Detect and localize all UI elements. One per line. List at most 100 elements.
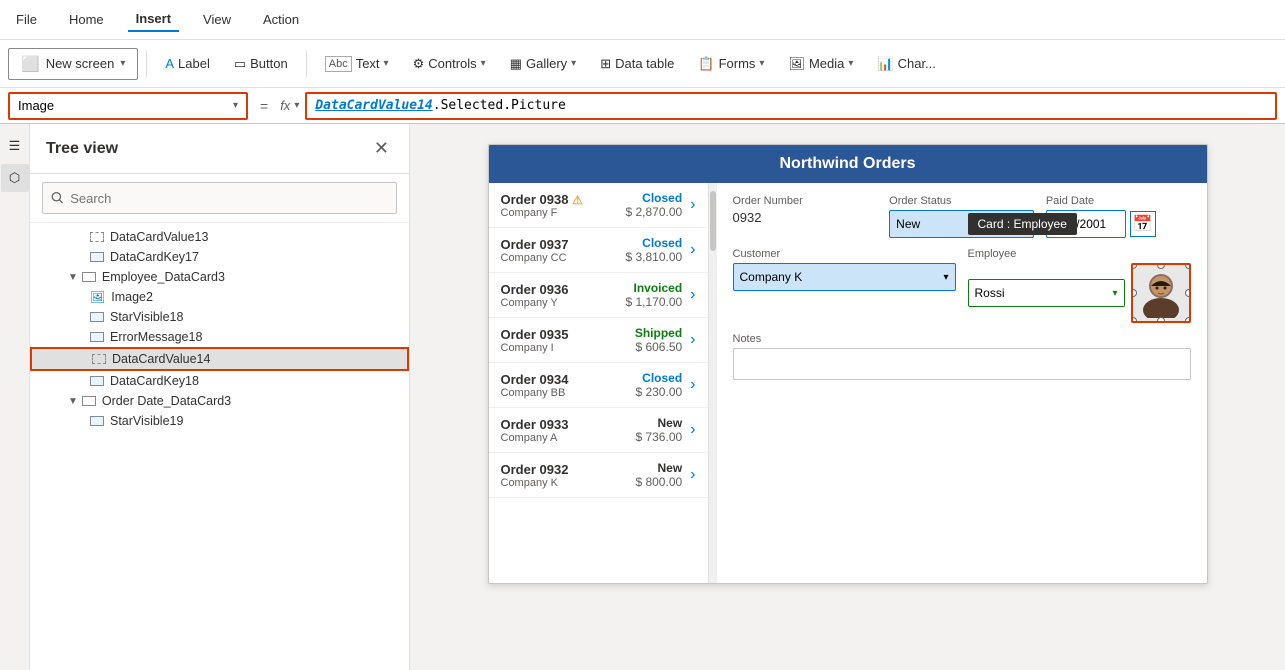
order-item-0937[interactable]: Order 0937 Company CC Closed $ 3,810.00 … — [489, 228, 708, 273]
order-0934-chevron: › — [690, 376, 695, 394]
text-button[interactable]: Abc Text ▾ — [315, 52, 399, 76]
menu-insert[interactable]: Insert — [128, 7, 179, 32]
image2-label: Image2 — [111, 290, 153, 304]
formula-input[interactable]: DataCardValue14.Selected.Picture — [305, 92, 1277, 120]
order-number-label: Order Number — [733, 195, 878, 207]
orders-scroll[interactable] — [709, 183, 717, 583]
charts-button[interactable]: 📊 Char... — [867, 52, 945, 76]
tree-item-employee-datacard3[interactable]: ▼ Employee_DataCard3 — [30, 267, 409, 287]
calendar-icon[interactable]: 📅 — [1130, 211, 1156, 237]
tree-title: Tree view — [46, 140, 118, 158]
formula-equals-sign: = — [254, 98, 274, 114]
customer-select[interactable]: Company K ▾ — [733, 263, 956, 291]
order-item-0934[interactable]: Order 0934 Company BB Closed $ 230.00 › — [489, 363, 708, 408]
media-icon: 🖼 — [788, 56, 805, 72]
formula-fx-area: fx ▾ — [280, 98, 299, 113]
search-input[interactable] — [70, 191, 388, 206]
toolbar-separator-2 — [306, 50, 307, 78]
order-0935-right: Shipped $ 606.50 — [635, 326, 682, 354]
errormessage18-label: ErrorMessage18 — [110, 330, 202, 344]
gallery-button[interactable]: ▦ Gallery ▾ — [500, 52, 587, 76]
button-button[interactable]: ▭ Button — [224, 52, 298, 76]
image2-icon: 🖼 — [90, 290, 105, 304]
order-item-0938[interactable]: Order 0938 ⚠ Company F Closed $ 2,870.00… — [489, 183, 708, 228]
order-0937-status: Closed — [625, 236, 682, 250]
order-0936-left: Order 0936 Company Y — [501, 282, 618, 309]
tree-item-datacardvalue13[interactable]: DataCardValue13 — [30, 227, 409, 247]
search-icon — [51, 191, 64, 205]
new-screen-button[interactable]: ⬜ New screen ▾ — [8, 48, 138, 80]
menu-view[interactable]: View — [195, 8, 239, 31]
tree-item-datacardkey18[interactable]: DataCardKey18 — [30, 371, 409, 391]
formula-name-box[interactable]: Image ▾ — [8, 92, 248, 120]
selection-handle-bm[interactable] — [1157, 317, 1165, 323]
forms-chevron: ▾ — [759, 58, 764, 69]
app-body: Order 0938 ⚠ Company F Closed $ 2,870.00… — [489, 183, 1207, 583]
controls-button[interactable]: ⚙ Controls ▾ — [403, 52, 496, 76]
orderdate-datacard3-icon — [82, 396, 96, 406]
data-table-button[interactable]: ⊞ Data table — [590, 52, 684, 76]
canvas: Northwind Orders Order 0938 ⚠ Company F — [410, 124, 1285, 670]
order-item-0932[interactable]: Order 0932 Company K New $ 800.00 › — [489, 453, 708, 498]
data-table-label: Data table — [615, 56, 674, 71]
order-item-0936[interactable]: Order 0936 Company Y Invoiced $ 1,170.00… — [489, 273, 708, 318]
menu-action[interactable]: Action — [255, 8, 307, 31]
tree-item-datacardvalue14[interactable]: DataCardValue14 — [30, 347, 409, 371]
tree-item-orderdate-datacard3[interactable]: ▼ Order Date_DataCard3 — [30, 391, 409, 411]
formula-keyword: DataCardValue14 — [315, 98, 432, 113]
forms-button[interactable]: 📋 Forms ▾ — [688, 52, 774, 76]
gallery-label: Gallery — [526, 56, 567, 71]
order-detail: Order Number 0932 Order Status New ▾ Pai… — [717, 183, 1207, 583]
order-number-value: 0932 — [733, 210, 878, 225]
menu-home[interactable]: Home — [61, 8, 112, 31]
datacardkey17-icon — [90, 252, 104, 262]
sidebar-hamburger[interactable]: ☰ — [1, 132, 29, 160]
order-status-selected: New — [896, 217, 920, 231]
orders-scroll-thumb[interactable] — [710, 191, 716, 251]
employee-datacard3-label: Employee_DataCard3 — [102, 270, 225, 284]
tree-item-datacardkey17[interactable]: DataCardKey17 — [30, 247, 409, 267]
employee-select[interactable]: Rossi ▾ — [968, 279, 1125, 307]
label-button[interactable]: A Label — [155, 52, 219, 75]
name-box-chevron[interactable]: ▾ — [233, 100, 238, 111]
sidebar-layers[interactable]: ⬡ — [1, 164, 29, 192]
tree-item-starvisible18[interactable]: StarVisible18 — [30, 307, 409, 327]
order-0932-amount: $ 800.00 — [635, 475, 682, 489]
label-icon: A — [165, 56, 174, 71]
order-0938-amount: $ 2,870.00 — [625, 205, 682, 219]
app-header: Northwind Orders — [489, 145, 1207, 183]
order-0934-status: Closed — [635, 371, 682, 385]
selection-handle-bl[interactable] — [1131, 317, 1137, 323]
orderdate-datacard3-expand[interactable]: ▼ — [68, 396, 78, 407]
order-item-0935[interactable]: Order 0935 Company I Shipped $ 606.50 › — [489, 318, 708, 363]
customer-chevron: ▾ — [943, 272, 948, 283]
order-0933-chevron: › — [690, 421, 695, 439]
detail-row-3: Notes — [733, 333, 1191, 383]
tree-close-button[interactable]: ✕ — [370, 136, 393, 161]
customer-label: Customer — [733, 248, 956, 260]
order-0934-company: Company BB — [501, 387, 628, 399]
new-screen-icon: ⬜ — [21, 55, 40, 73]
employee-selected: Rossi — [975, 286, 1005, 300]
selection-handle-br[interactable] — [1185, 317, 1191, 323]
tree-item-image2[interactable]: 🖼 Image2 — [30, 287, 409, 307]
order-0938-right: Closed $ 2,870.00 — [625, 191, 682, 219]
employee-datacard3-expand[interactable]: ▼ — [68, 272, 78, 283]
tree-item-starvisible19[interactable]: StarVisible19 — [30, 411, 409, 431]
charts-icon: 📊 — [877, 56, 893, 72]
tree-item-errormessage18[interactable]: ErrorMessage18 — [30, 327, 409, 347]
text-icon: Abc — [325, 56, 352, 72]
notes-input[interactable] — [733, 348, 1191, 380]
button-label: Button — [250, 56, 288, 71]
menu-file[interactable]: File — [8, 8, 45, 31]
order-0935-amount: $ 606.50 — [635, 340, 682, 354]
selection-handle-mr[interactable] — [1185, 289, 1191, 297]
starvisible19-icon — [90, 416, 104, 426]
media-button[interactable]: 🖼 Media ▾ — [778, 52, 863, 76]
controls-label: Controls — [428, 56, 476, 71]
order-item-0933[interactable]: Order 0933 Company A New $ 736.00 › — [489, 408, 708, 453]
customer-selected: Company K — [740, 270, 803, 284]
employee-photo — [1136, 268, 1186, 318]
sidebar: ☰ ⬡ — [0, 124, 30, 670]
datacardkey17-label: DataCardKey17 — [110, 250, 199, 264]
